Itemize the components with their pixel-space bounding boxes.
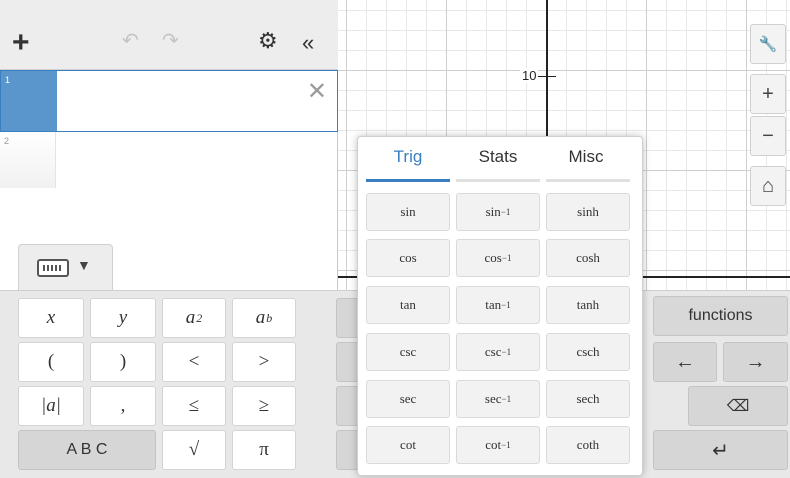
functions-popup: Trig Stats Misc sin sin −1 sinh cos cos −1… bbox=[357, 136, 643, 476]
close-icon[interactable]: ✕ bbox=[307, 77, 327, 106]
wrench-icon[interactable]: 🔧 bbox=[750, 24, 786, 64]
key-a-power-b[interactable]: ab bbox=[232, 298, 296, 338]
key-pi[interactable]: π bbox=[232, 430, 296, 470]
key-tan[interactable]: tan bbox=[366, 286, 450, 324]
zoom-in-button[interactable]: + bbox=[750, 74, 786, 114]
keyboard-icon bbox=[37, 259, 69, 277]
gear-icon[interactable]: ⚙ bbox=[258, 28, 278, 54]
tab-underline bbox=[456, 179, 540, 182]
y-axis-tick bbox=[536, 76, 556, 77]
key-sec[interactable]: sec bbox=[366, 380, 450, 418]
key-csch[interactable]: csch bbox=[546, 333, 630, 371]
key-csc[interactable]: csc bbox=[366, 333, 450, 371]
expression-header: + ↶ ↷ ⚙ « bbox=[0, 0, 338, 70]
tab-misc[interactable]: Misc bbox=[546, 147, 626, 177]
key-a-squared[interactable]: a2 bbox=[162, 298, 226, 338]
right-arrow-button[interactable]: → bbox=[723, 342, 788, 382]
key-sqrt[interactable]: √ bbox=[162, 430, 226, 470]
key-less-equal[interactable]: ≤ bbox=[162, 386, 226, 426]
keyboard-toggle-button[interactable]: ▼ bbox=[18, 244, 113, 290]
key-right-paren[interactable]: ) bbox=[90, 342, 156, 382]
key-arctan[interactable]: tan −1 bbox=[456, 286, 540, 324]
tab-stats[interactable]: Stats bbox=[458, 147, 538, 177]
key-cot[interactable]: cot bbox=[366, 426, 450, 464]
expression-tab[interactable]: 2 bbox=[0, 132, 56, 188]
expression-row-2[interactable]: 2 bbox=[0, 132, 338, 188]
key-cos[interactable]: cos bbox=[366, 239, 450, 277]
key-absolute-value[interactable]: |a| bbox=[18, 386, 84, 426]
collapse-panel-icon[interactable]: « bbox=[302, 30, 314, 56]
key-sin[interactable]: sin bbox=[366, 193, 450, 231]
tab-trig[interactable]: Trig bbox=[368, 147, 448, 177]
redo-icon[interactable]: ↷ bbox=[162, 28, 179, 54]
key-arccos[interactable]: cos −1 bbox=[456, 239, 540, 277]
abc-button[interactable]: A B C bbox=[18, 430, 156, 470]
key-sinh[interactable]: sinh bbox=[546, 193, 630, 231]
key-tanh[interactable]: tanh bbox=[546, 286, 630, 324]
left-arrow-button[interactable]: ← bbox=[653, 342, 717, 382]
key-arcsin[interactable]: sin −1 bbox=[456, 193, 540, 231]
undo-icon[interactable]: ↶ bbox=[122, 28, 139, 54]
home-icon[interactable]: ⌂ bbox=[750, 166, 786, 206]
key-x[interactable]: x bbox=[18, 298, 84, 338]
key-arcsec[interactable]: sec −1 bbox=[456, 380, 540, 418]
functions-button[interactable]: functions bbox=[653, 296, 788, 336]
tab-underline bbox=[546, 179, 630, 182]
zoom-out-button[interactable]: − bbox=[750, 116, 786, 156]
key-cosh[interactable]: cosh bbox=[546, 239, 630, 277]
enter-button[interactable]: ↵ bbox=[653, 430, 788, 470]
expression-tab[interactable]: 1 bbox=[1, 71, 57, 131]
key-arccsc[interactable]: csc −1 bbox=[456, 333, 540, 371]
key-left-paren[interactable]: ( bbox=[18, 342, 84, 382]
key-greater-than[interactable]: > bbox=[232, 342, 296, 382]
key-arccot[interactable]: cot −1 bbox=[456, 426, 540, 464]
key-sech[interactable]: sech bbox=[546, 380, 630, 418]
key-comma[interactable]: , bbox=[90, 386, 156, 426]
expression-number: 2 bbox=[4, 136, 10, 146]
expression-row-1[interactable]: 1 ✕ bbox=[0, 70, 338, 132]
key-greater-equal[interactable]: ≥ bbox=[232, 386, 296, 426]
tab-underline bbox=[366, 179, 450, 182]
backspace-icon[interactable]: ⌫ bbox=[688, 386, 788, 426]
add-expression-button[interactable]: + bbox=[12, 28, 30, 58]
key-y[interactable]: y bbox=[90, 298, 156, 338]
chevron-down-icon: ▼ bbox=[77, 257, 91, 273]
expression-number: 1 bbox=[5, 75, 11, 85]
key-less-than[interactable]: < bbox=[162, 342, 226, 382]
key-coth[interactable]: coth bbox=[546, 426, 630, 464]
y-axis-label-10: 10 bbox=[520, 68, 539, 83]
